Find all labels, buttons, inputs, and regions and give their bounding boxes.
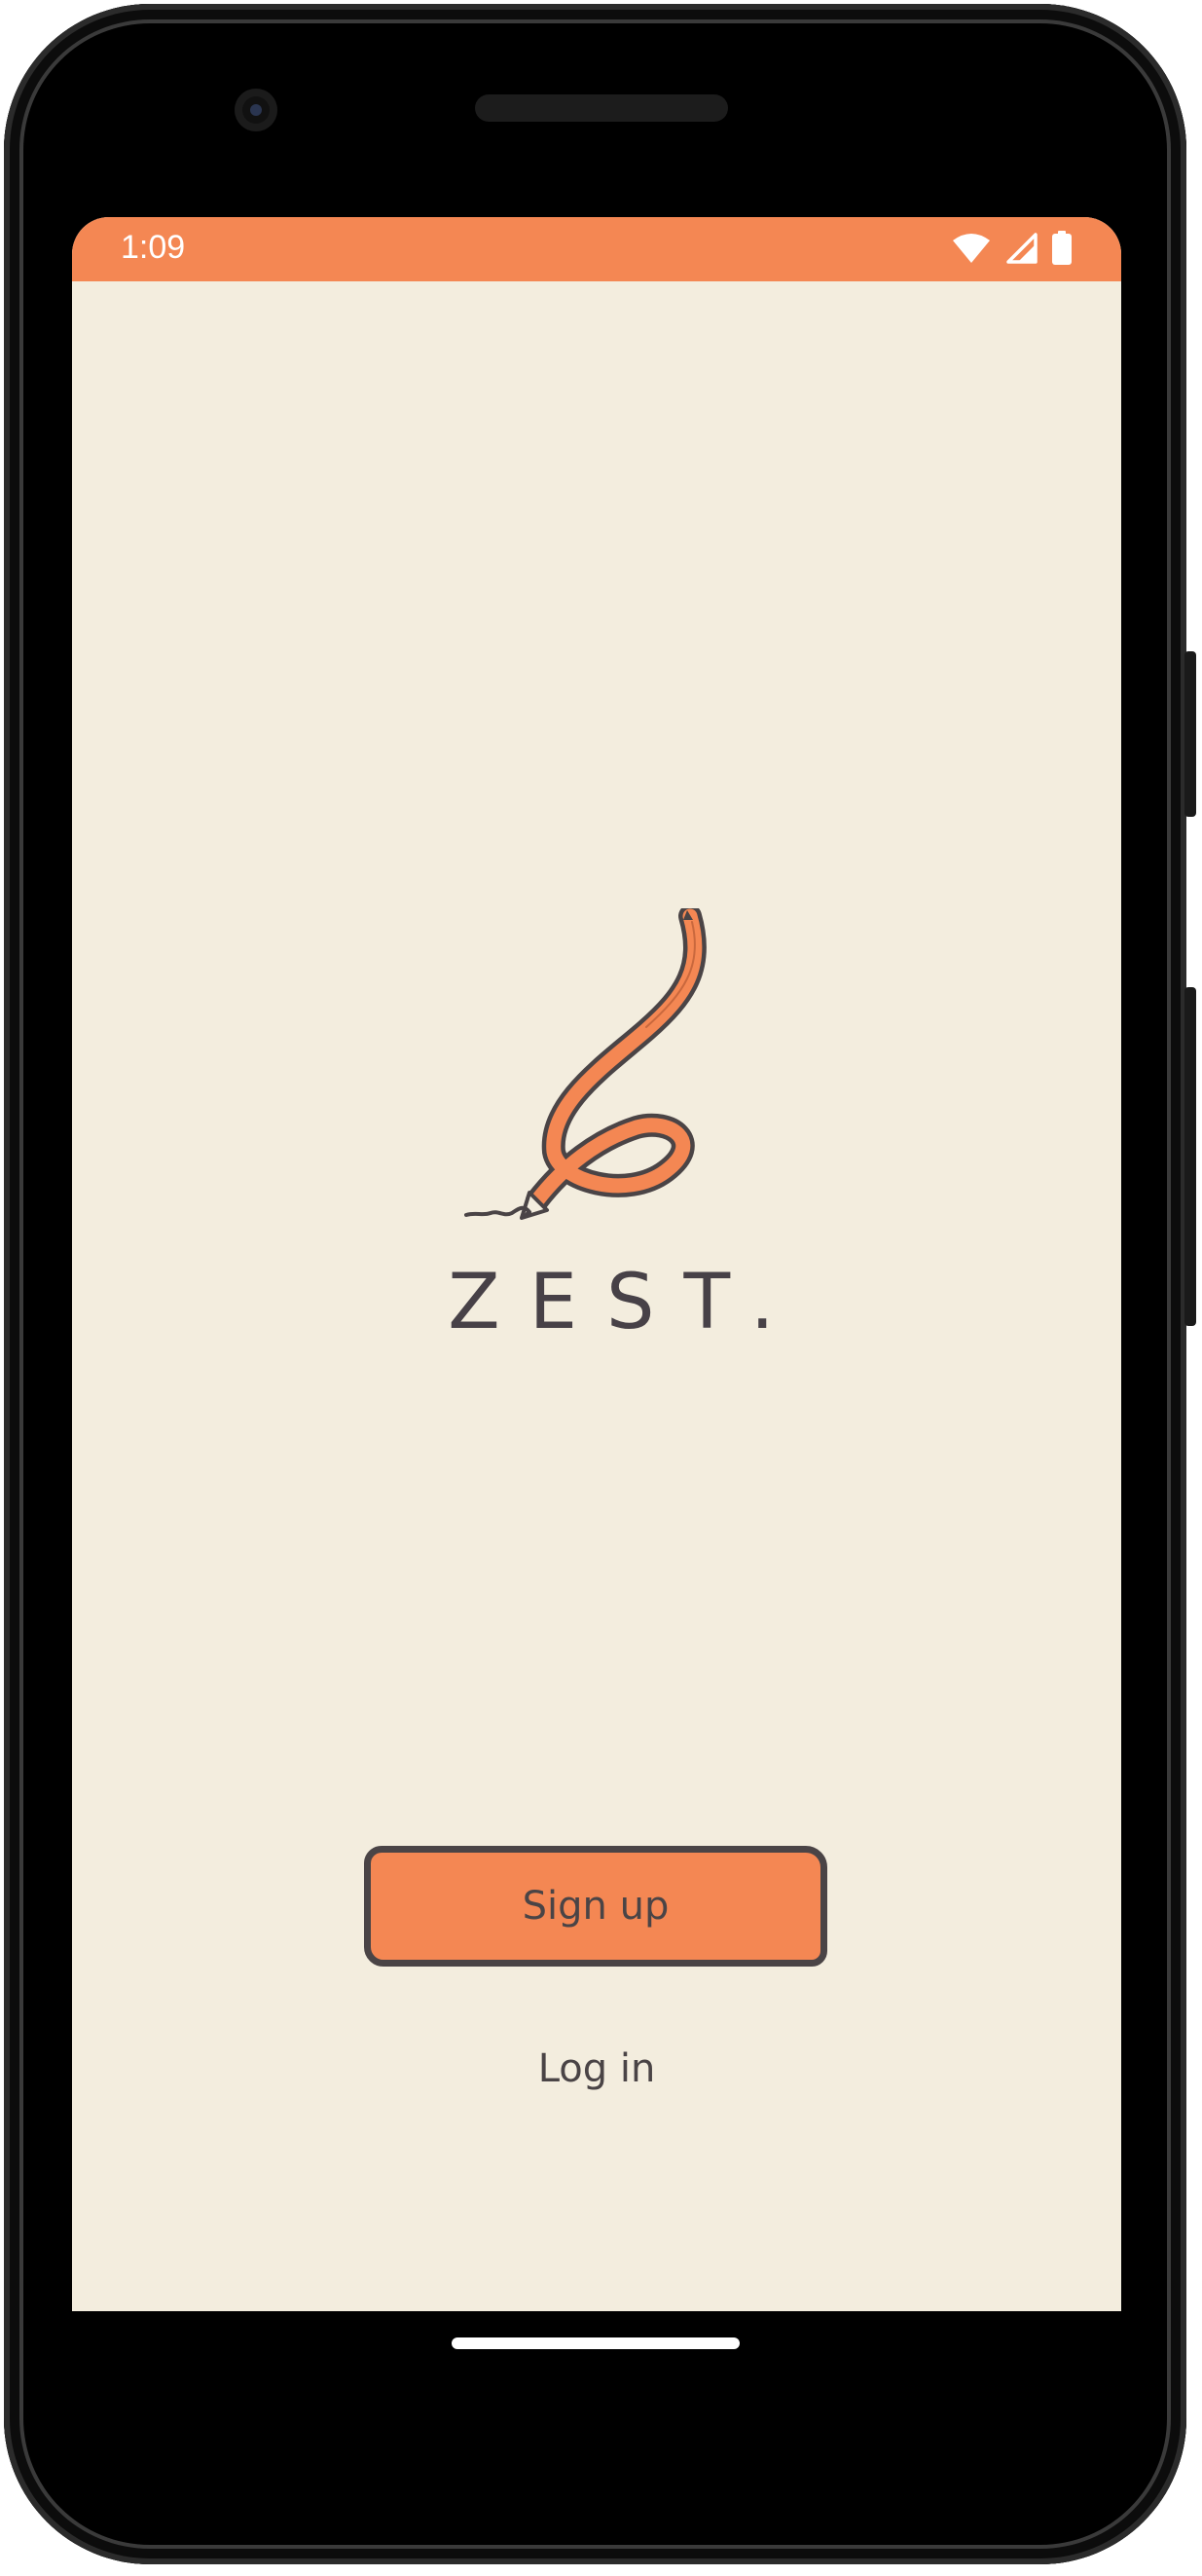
status-time: 1:09 bbox=[121, 229, 186, 266]
front-camera bbox=[235, 89, 277, 131]
pencil-loop-logo-icon bbox=[461, 904, 753, 1220]
login-link[interactable]: Log in bbox=[72, 2046, 1121, 2091]
volume-button bbox=[1184, 987, 1196, 1326]
wifi-icon bbox=[952, 233, 991, 268]
power-button bbox=[1184, 651, 1196, 817]
status-icons bbox=[952, 231, 1073, 270]
signal-icon bbox=[1004, 233, 1038, 268]
brand-name: ZEST. bbox=[448, 1259, 804, 1346]
phone-frame: 1:09 ZEST. Sign up Log in bbox=[4, 4, 1196, 2564]
battery-icon bbox=[1051, 231, 1073, 270]
earpiece-speaker bbox=[475, 94, 728, 122]
app-screen: 1:09 ZEST. Sign up Log in bbox=[72, 217, 1121, 2311]
home-indicator[interactable] bbox=[452, 2337, 740, 2349]
signup-button[interactable]: Sign up bbox=[364, 1846, 827, 1967]
status-bar: 1:09 bbox=[72, 217, 1121, 281]
